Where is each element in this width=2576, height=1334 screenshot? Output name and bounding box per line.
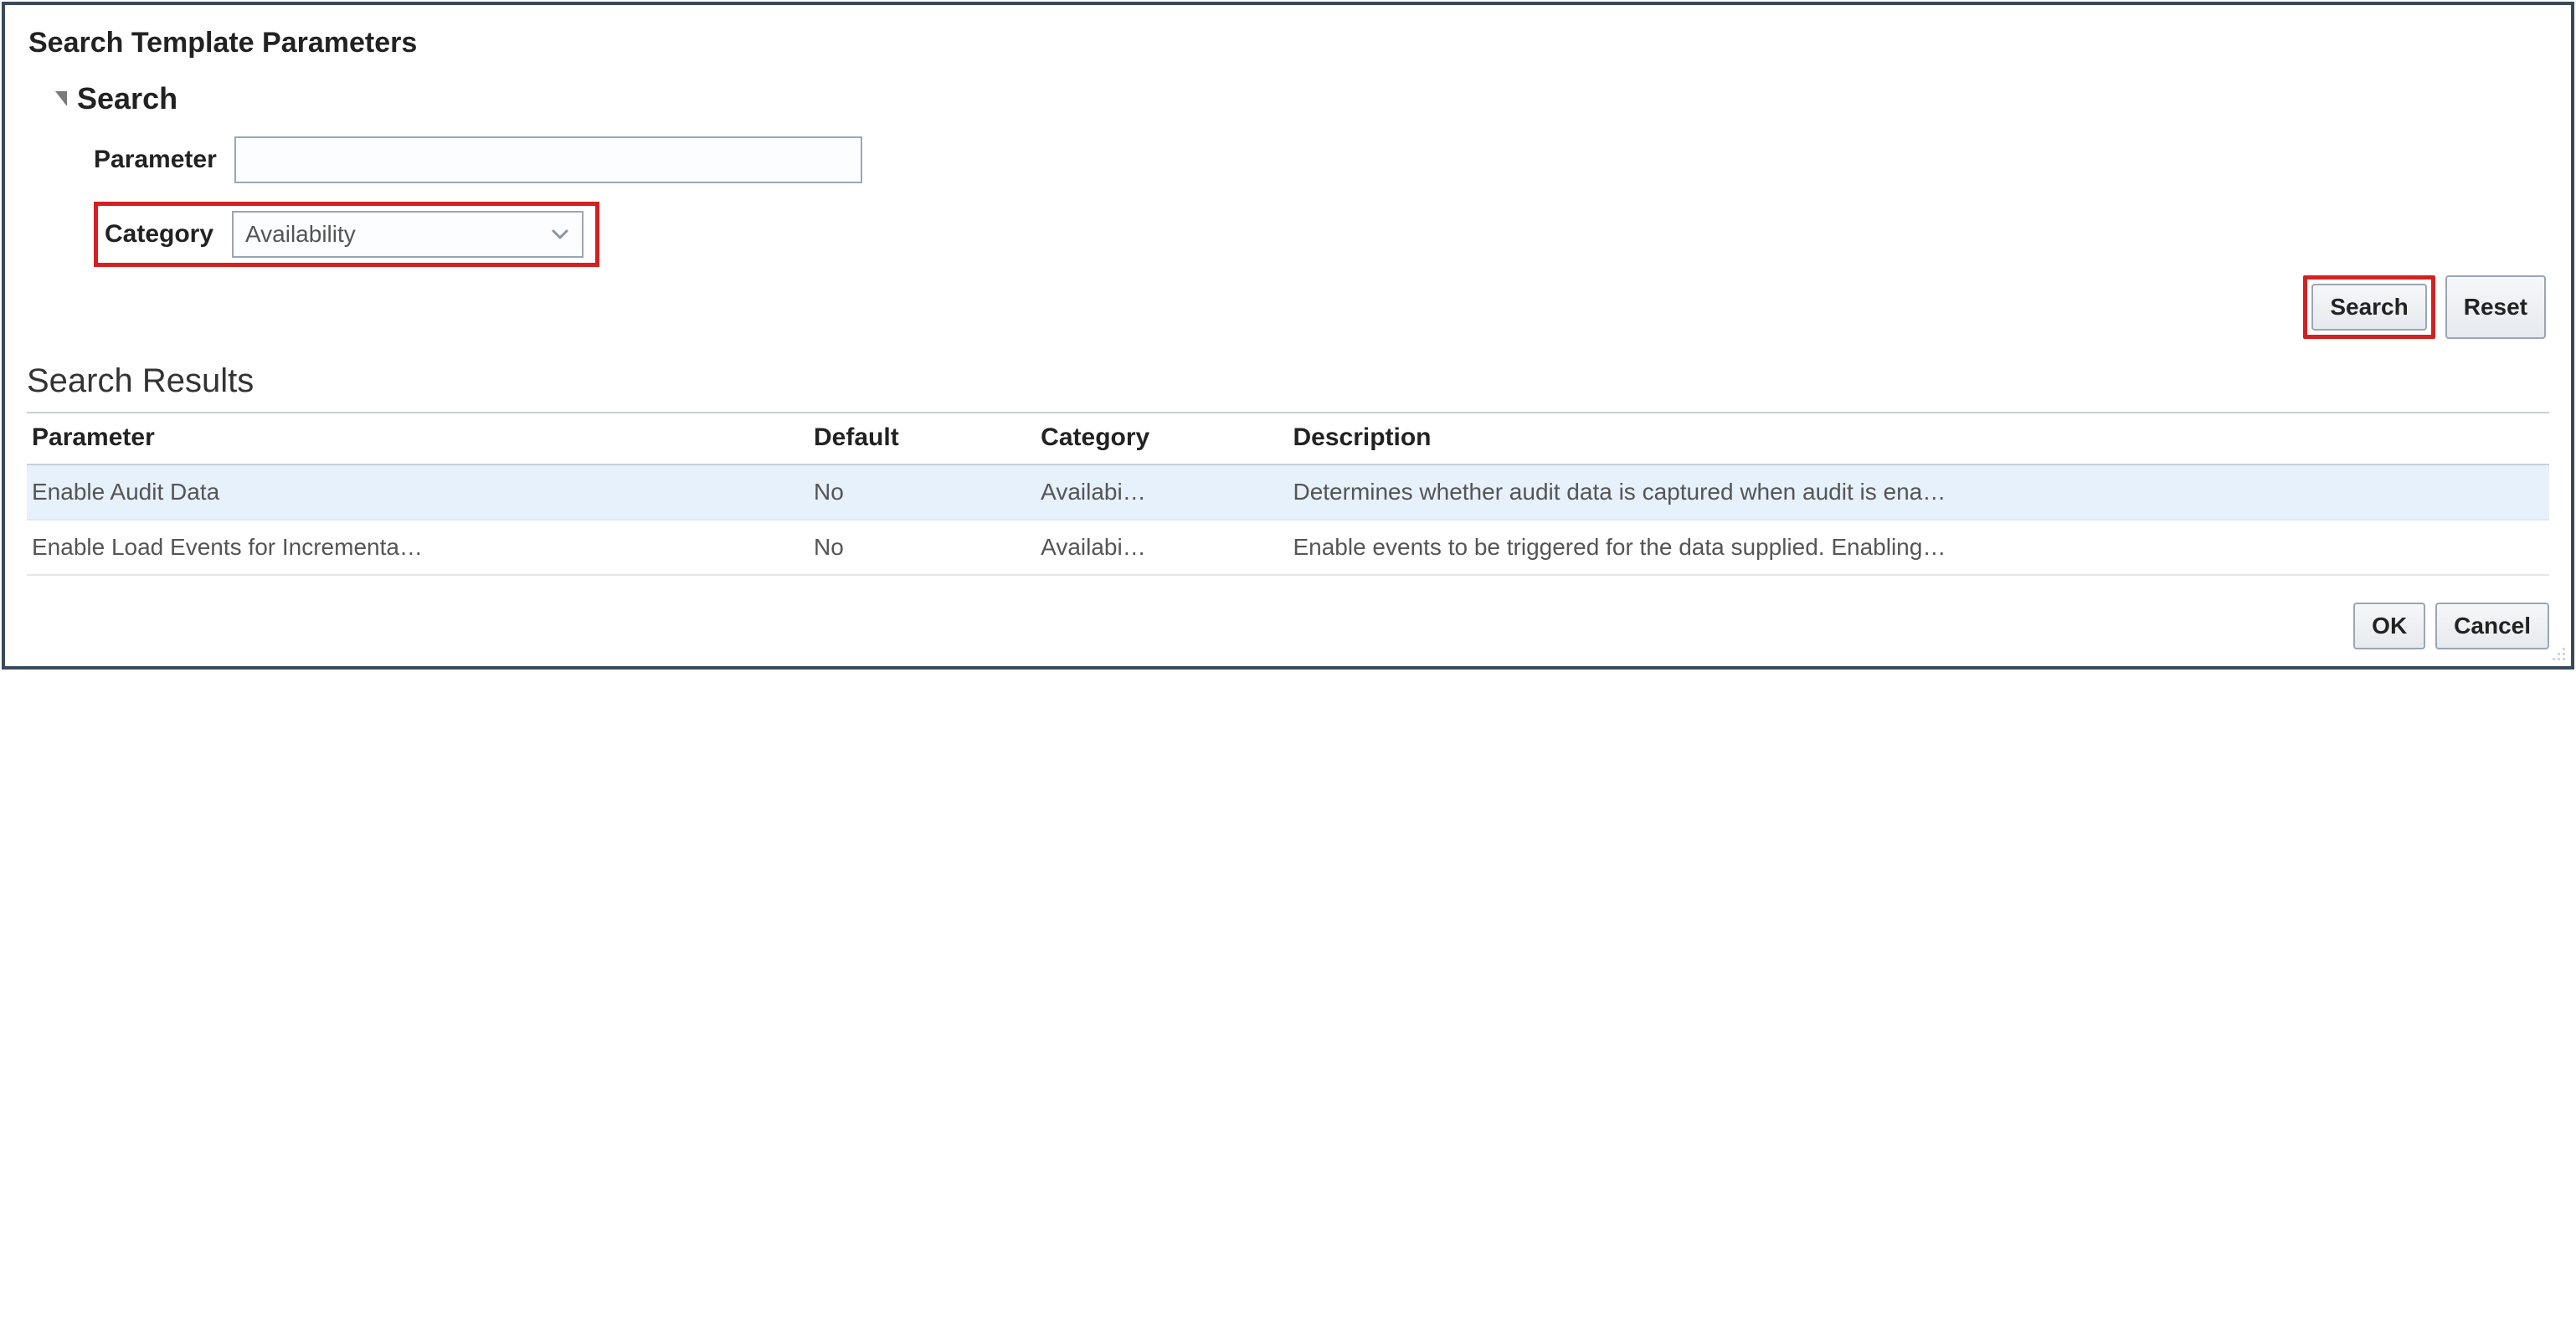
search-action-row: Search Reset xyxy=(27,275,2546,339)
cell-description: Enable events to be triggered for the da… xyxy=(1288,520,2549,575)
cell-category: Availabi… xyxy=(1036,464,1288,520)
search-form: Parameter Category xyxy=(94,136,2549,267)
ok-button[interactable]: OK xyxy=(2353,603,2425,649)
cell-parameter: Enable Audit Data xyxy=(27,464,809,520)
results-table: Parameter Default Category Description E… xyxy=(27,412,2549,576)
category-select-wrap xyxy=(232,211,584,258)
results-header-row: Parameter Default Category Description xyxy=(27,413,2549,464)
col-header-category[interactable]: Category xyxy=(1036,413,1288,464)
parameter-row: Parameter xyxy=(94,136,2549,183)
resize-handle-icon[interactable] xyxy=(2548,643,2569,664)
parameter-input[interactable] xyxy=(234,136,862,183)
category-row: Category xyxy=(94,202,2549,267)
cell-description: Determines whether audit data is capture… xyxy=(1288,464,2549,520)
category-label: Category xyxy=(105,220,232,249)
page-title: Search Template Parameters xyxy=(28,27,2549,59)
cell-parameter: Enable Load Events for Incrementa… xyxy=(27,520,809,575)
category-select[interactable] xyxy=(232,211,584,258)
dialog-window: Search Template Parameters Search Parame… xyxy=(2,2,2574,670)
cell-default: No xyxy=(809,520,1036,575)
reset-button[interactable]: Reset xyxy=(2445,275,2546,339)
search-section-header[interactable]: Search xyxy=(55,81,2549,116)
col-header-default[interactable]: Default xyxy=(809,413,1036,464)
search-section-title: Search xyxy=(77,81,177,116)
table-row[interactable]: Enable Load Events for Incrementa…NoAvai… xyxy=(27,520,2549,575)
footer-actions: OK Cancel xyxy=(27,603,2549,649)
results-heading: Search Results xyxy=(27,362,2549,400)
cancel-button[interactable]: Cancel xyxy=(2435,603,2549,649)
search-button[interactable]: Search xyxy=(2311,284,2426,331)
col-header-description[interactable]: Description xyxy=(1288,413,2549,464)
parameter-label: Parameter xyxy=(94,146,234,174)
category-highlight: Category xyxy=(94,202,599,267)
disclosure-triangle-icon xyxy=(55,91,67,106)
cell-category: Availabi… xyxy=(1036,520,1288,575)
table-row[interactable]: Enable Audit DataNoAvailabi…Determines w… xyxy=(27,464,2549,520)
cell-default: No xyxy=(809,464,1036,520)
search-button-highlight: Search xyxy=(2303,275,2435,339)
col-header-parameter[interactable]: Parameter xyxy=(27,413,809,464)
